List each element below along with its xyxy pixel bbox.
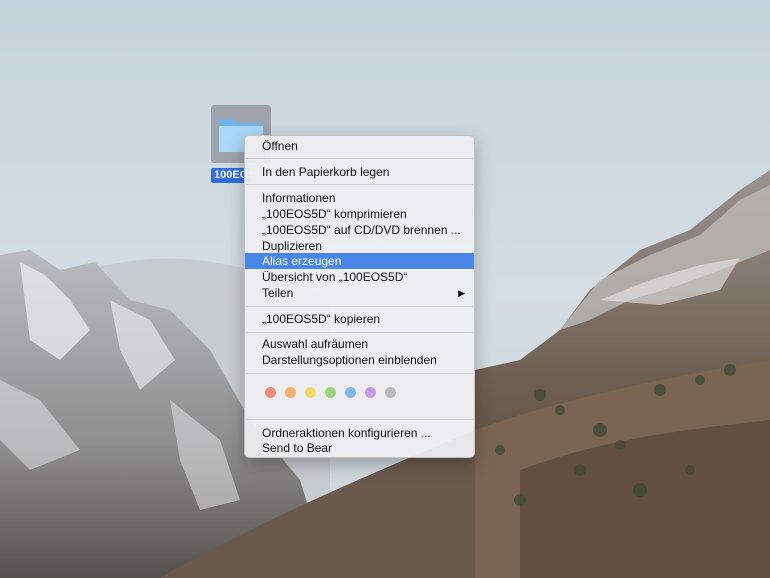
menu-item-label: „100EOS5D“ kopieren — [262, 312, 381, 326]
menu-item-label: Darstellungsoptionen einblenden — [262, 353, 437, 367]
menu-item-label: Informationen — [262, 191, 336, 205]
menu-item-copy[interactable]: „100EOS5D“ kopieren — [245, 311, 474, 327]
menu-item-open[interactable]: Öffnen — [245, 138, 474, 154]
menu-item-clean-up-selection[interactable]: Auswahl aufräumen — [245, 336, 474, 352]
tag-dot-yellow[interactable] — [305, 387, 316, 398]
menu-item-label: Duplizieren — [262, 239, 323, 253]
menu-item-show-view-options[interactable]: Darstellungsoptionen einblenden — [245, 352, 474, 368]
tag-dot-purple[interactable] — [365, 387, 376, 398]
menu-item-label: „100EOS5D“ komprimieren — [262, 207, 407, 221]
menu-separator — [246, 158, 473, 159]
menu-item-move-to-trash[interactable]: In den Papierkorb legen — [245, 164, 474, 180]
menu-item-get-info[interactable]: Informationen — [245, 190, 474, 206]
menu-item-label: Alias erzeugen — [262, 254, 342, 268]
submenu-arrow-icon: ▶ — [458, 288, 465, 298]
menu-separator — [246, 373, 473, 374]
menu-item-label: Öffnen — [262, 139, 298, 153]
tag-dot-green[interactable] — [325, 387, 336, 398]
menu-item-send-to-bear[interactable]: Send to Bear — [245, 440, 474, 456]
tag-dot-blue[interactable] — [345, 387, 356, 398]
menu-item-compress[interactable]: „100EOS5D“ komprimieren — [245, 206, 474, 222]
menu-item-folder-actions[interactable]: Ordneraktionen konfigurieren ... — [245, 425, 474, 441]
menu-separator — [246, 184, 473, 185]
menu-item-quick-look[interactable]: Übersicht von „100EOS5D“ — [245, 269, 474, 285]
desktop[interactable]: 100EOS5D Öffnen In den Papierkorb legen … — [0, 0, 770, 578]
menu-item-label: Send to Bear — [262, 441, 333, 455]
menu-separator — [246, 306, 473, 307]
menu-item-label: Auswahl aufräumen — [262, 337, 369, 351]
menu-separator — [246, 332, 473, 333]
menu-separator — [246, 419, 473, 420]
menu-item-label: „100EOS5D“ auf CD/DVD brennen ... — [262, 223, 461, 237]
menu-item-label: Ordneraktionen konfigurieren ... — [262, 426, 431, 440]
tag-dot-orange[interactable] — [285, 387, 296, 398]
tag-dot-red[interactable] — [265, 387, 276, 398]
menu-item-burn-disc[interactable]: „100EOS5D“ auf CD/DVD brennen ... — [245, 222, 474, 238]
tag-dot-gray[interactable] — [385, 387, 396, 398]
menu-item-label: In den Papierkorb legen — [262, 165, 390, 179]
menu-item-label: Übersicht von „100EOS5D“ — [262, 270, 408, 284]
menu-item-share[interactable]: Teilen ▶ — [245, 285, 474, 301]
menu-item-make-alias[interactable]: Alias erzeugen — [245, 253, 474, 269]
menu-item-label: Teilen — [262, 286, 294, 300]
context-menu: Öffnen In den Papierkorb legen Informati… — [244, 135, 475, 458]
menu-item-duplicate[interactable]: Duplizieren — [245, 238, 474, 254]
